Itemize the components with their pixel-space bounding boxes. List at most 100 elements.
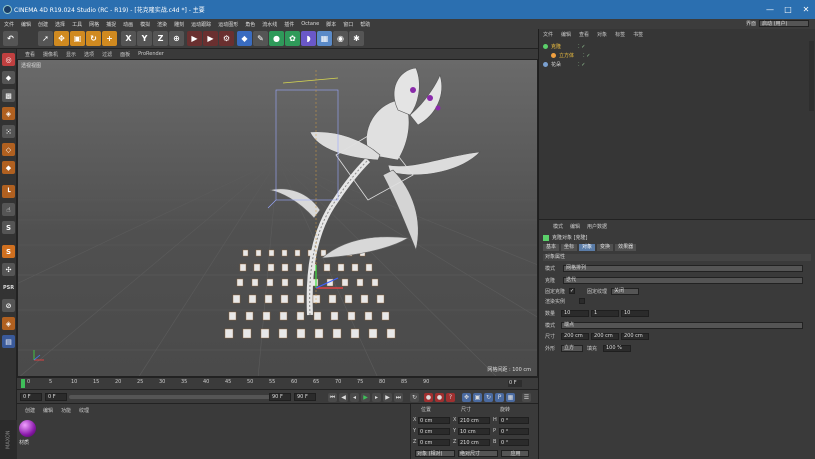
workplane-icon[interactable]: ◈ [2,107,15,120]
viewport-menu-display[interactable]: 显示 [66,51,76,58]
coordinate-system-icon[interactable]: ⊕ [169,31,184,46]
start-frame-field[interactable]: 0 F [45,393,67,401]
object-menu-file[interactable]: 文件 [543,31,553,38]
xpresso-icon[interactable]: ▤ [2,335,15,348]
rotation-b-field[interactable]: 0 ° [499,439,529,446]
tab-object[interactable]: 对象 [579,244,596,251]
scale-icon[interactable]: ▣ [70,31,85,46]
auto-key-icon[interactable]: ● [435,393,444,402]
axis-z-icon[interactable]: Z [153,31,168,46]
object-menu-tags[interactable]: 标签 [615,31,625,38]
points-mode-icon[interactable]: ⁙ [2,125,15,138]
tab-effectors[interactable]: 效果器 [615,244,637,251]
rotate-icon[interactable]: ↻ [86,31,101,46]
model-mode-icon[interactable]: ◆ [2,71,15,84]
count-z-field[interactable]: 10 [621,310,649,317]
key-scale-icon[interactable]: ▣ [473,393,482,402]
size-x-field[interactable]: 200 cm [561,333,589,340]
quantize-icon[interactable]: ⊘ [2,299,15,312]
locked-workplane-icon[interactable]: ◈ [2,317,15,330]
next-frame-icon[interactable]: ▸ [372,393,381,402]
loop-icon[interactable]: ↻ [410,393,419,402]
menu-select[interactable]: 选择 [55,21,65,28]
attr-menu-user-data[interactable]: 用户数据 [587,223,607,230]
edges-mode-icon[interactable]: ◇ [2,143,15,156]
end-frame-field[interactable]: 90 F [269,393,291,401]
menu-create[interactable]: 创建 [38,21,48,28]
close-button[interactable]: ✕ [797,0,815,19]
viewport-menu-panel[interactable]: 面板 [120,51,130,58]
menu-motion-tracker[interactable]: 运动跟踪 [191,21,211,28]
tweak-icon[interactable]: ☝ [2,203,15,216]
key-position-icon[interactable]: ✥ [462,393,471,402]
preview-range-slider[interactable] [69,395,289,399]
menu-mograph[interactable]: 运动图形 [218,21,238,28]
timeline-ruler[interactable]: 0 5 10 15 20 25 30 35 40 45 50 55 60 65 … [17,377,538,389]
rotation-h-field[interactable]: 0 ° [499,417,529,424]
polygons-mode-icon[interactable]: ◆ [2,161,15,174]
maximize-button[interactable]: □ [779,0,797,19]
viewport-menu-filter[interactable]: 过滤 [102,51,112,58]
menu-animate[interactable]: 动画 [123,21,133,28]
sculpt-icon[interactable]: S [2,245,15,258]
fix-texture-select[interactable]: 关闭 [611,288,639,295]
object-menu-edit[interactable]: 编辑 [561,31,571,38]
viewport-menu-cameras[interactable]: 摄像机 [43,51,58,58]
size-z-field[interactable]: 200 cm [621,333,649,340]
menu-octane[interactable]: Octane [301,21,319,27]
menu-pipeline[interactable]: 流水线 [262,21,277,28]
axis-y-icon[interactable]: Y [137,31,152,46]
material-swatch[interactable] [19,420,36,437]
snap-icon[interactable]: S [2,221,15,234]
object-menu-objects[interactable]: 对象 [597,31,607,38]
undo-icon[interactable]: ↶ [3,31,18,46]
count-x-field[interactable]: 10 [561,310,589,317]
object-row-flower[interactable]: 花朵 ⁚ ✓ [543,61,585,68]
render-instances-checkbox[interactable] [579,298,585,304]
perspective-viewport[interactable]: 透视视图 网格间距 : 100 cm [17,59,538,377]
rotation-p-field[interactable]: 0 ° [499,428,529,435]
menu-plugins[interactable]: 插件 [284,21,294,28]
cloner-icon[interactable]: ✿ [285,31,300,46]
size-x-field[interactable]: 210 cm [458,417,490,424]
viewport-menu-view[interactable]: 查看 [25,51,35,58]
menu-character[interactable]: 角色 [245,21,255,28]
object-row-cloner[interactable]: 克隆 ⁚ ✓ [543,43,585,50]
material-menu-edit[interactable]: 编辑 [43,407,53,414]
object-menu-view[interactable]: 查看 [579,31,589,38]
object-row-cube[interactable]: 立方体 ⁚ ✓ [551,52,590,59]
menu-file[interactable]: 文件 [4,21,14,28]
menu-snap[interactable]: 捕捉 [106,21,116,28]
coord-size-mode-select[interactable]: 绝对尺寸 [458,450,498,457]
position-y-field[interactable]: 0 cm [418,428,450,435]
previous-key-icon[interactable]: ◀ [339,393,348,402]
enable-axis-icon[interactable]: ┗ [2,185,15,198]
size-y-field[interactable]: 200 cm [591,333,619,340]
shape-select[interactable]: 立方 [561,345,583,352]
menu-window[interactable]: 窗口 [343,21,353,28]
menu-simulate[interactable]: 模拟 [140,21,150,28]
make-editable-icon[interactable]: ◎ [2,53,15,66]
fill-field[interactable]: 100 % [603,345,631,352]
apply-button[interactable]: 应用 [501,450,529,457]
material-menu-texture[interactable]: 纹理 [79,407,89,414]
menu-edit[interactable]: 编辑 [21,21,31,28]
minimize-button[interactable]: — [761,0,779,19]
material-menu-create[interactable]: 创建 [25,407,35,414]
texture-mode-icon[interactable]: ▩ [2,89,15,102]
timeline-settings-icon[interactable]: ☰ [522,393,531,402]
subdivision-icon[interactable]: ● [269,31,284,46]
key-pla-icon[interactable]: ▦ [506,393,515,402]
menu-sculpt[interactable]: 雕刻 [174,21,184,28]
viewport-menu-options[interactable]: 选项 [84,51,94,58]
record-icon[interactable]: ● [424,393,433,402]
workplane-lock-icon[interactable]: ✣ [2,263,15,276]
render-picture-viewer-icon[interactable]: ▶ [203,31,218,46]
object-manager-scrollbar[interactable] [809,41,814,111]
menu-help[interactable]: 帮助 [360,21,370,28]
menu-script[interactable]: 脚本 [326,21,336,28]
fix-clone-checkbox[interactable]: ✓ [569,288,575,294]
current-frame-field[interactable]: 0 F [20,393,42,401]
coord-mode-select[interactable]: 对象 (相对) [415,450,455,457]
clones-select[interactable]: 迭代 [563,277,803,284]
